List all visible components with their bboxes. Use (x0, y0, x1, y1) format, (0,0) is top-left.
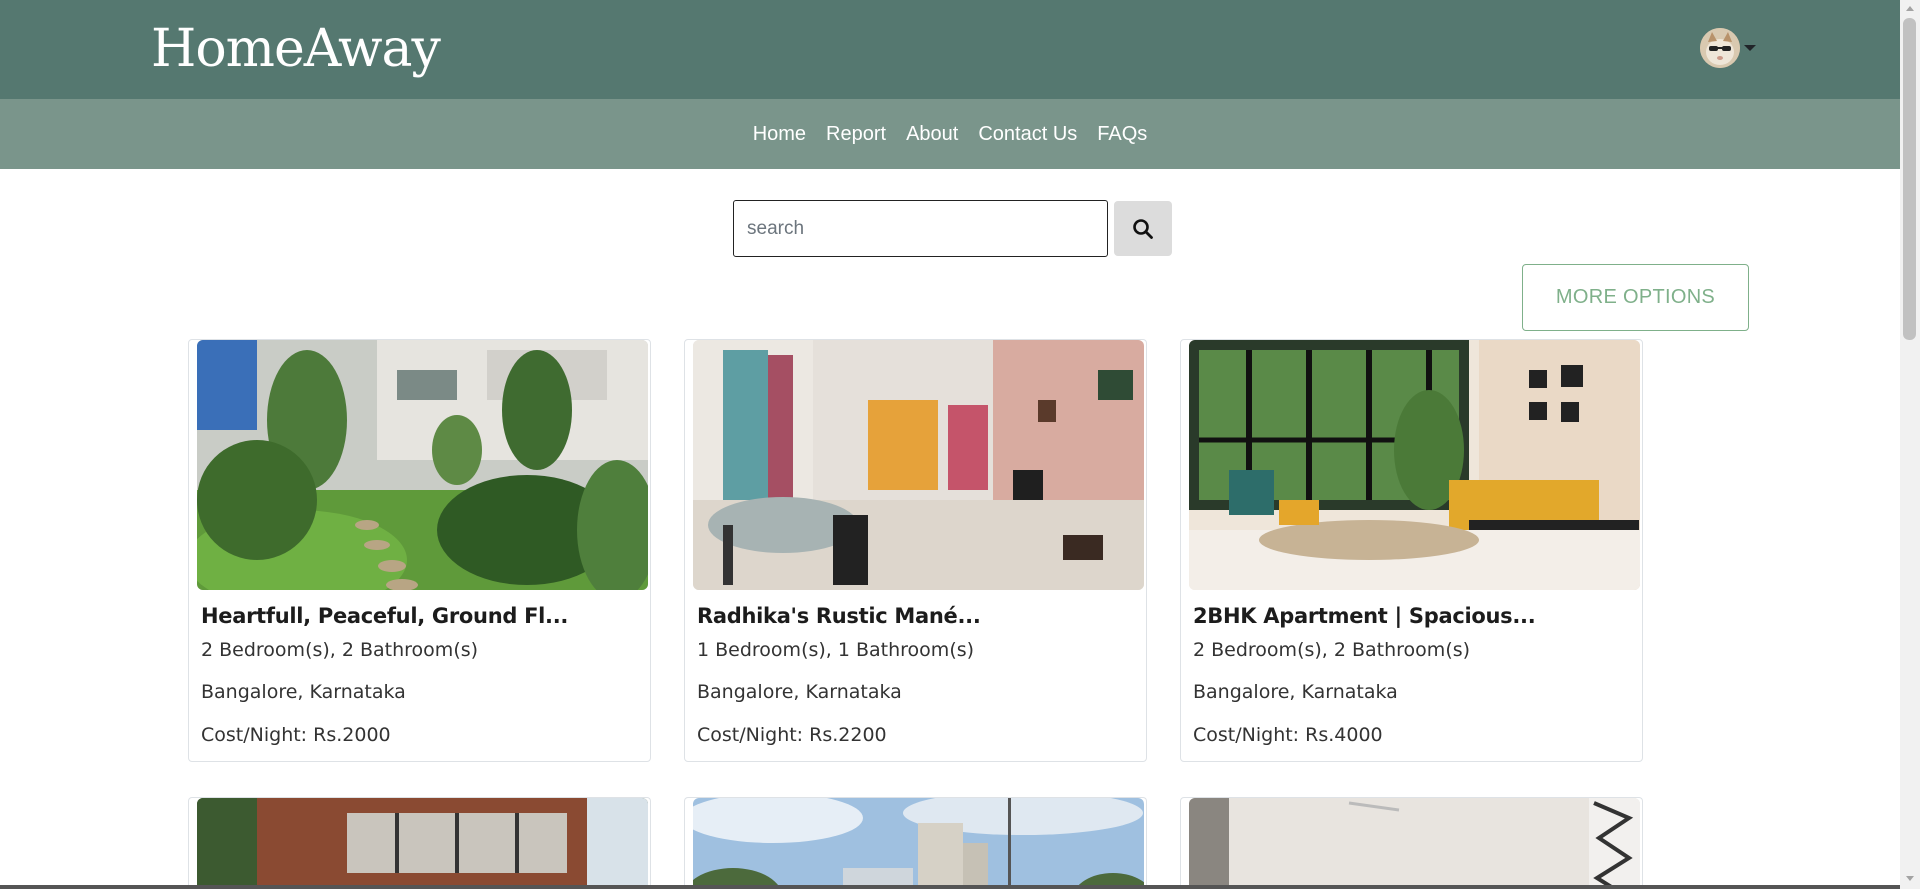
listing-card[interactable] (684, 797, 1147, 889)
nav-report[interactable]: Report (826, 123, 886, 146)
nav-home[interactable]: Home (753, 123, 806, 146)
more-options-button[interactable]: MORE OPTIONS (1522, 264, 1749, 331)
listing-location: Bangalore, Karnataka (697, 681, 902, 703)
listing-photo[interactable] (197, 340, 648, 590)
listing-title[interactable]: 2BHK Apartment | Spacious... (1193, 604, 1536, 628)
listing-card[interactable] (1180, 797, 1643, 889)
nav-contact-us[interactable]: Contact Us (978, 123, 1077, 146)
listing-cost: Cost/Night: Rs.2000 (201, 724, 391, 746)
window-bottom-edge (0, 885, 1900, 889)
listing-photo[interactable] (1189, 340, 1640, 590)
nav-about[interactable]: About (906, 123, 958, 146)
search-input[interactable] (733, 200, 1108, 257)
listing-title[interactable]: Heartfull, Peaceful, Ground Fl... (201, 604, 568, 628)
listing-rooms: 1 Bedroom(s), 1 Bathroom(s) (697, 639, 975, 661)
search-icon (1133, 218, 1153, 239)
user-menu-toggle[interactable] (1700, 28, 1756, 68)
main-nav: Home Report About Contact Us FAQs (0, 99, 1900, 169)
listing-title[interactable]: Radhika's Rustic Mané... (697, 604, 981, 628)
scrollbar-thumb[interactable] (1903, 18, 1916, 340)
scroll-down-arrow[interactable] (1906, 876, 1914, 881)
listing-rooms: 2 Bedroom(s), 2 Bathroom(s) (201, 639, 479, 661)
listing-photo[interactable] (693, 798, 1144, 889)
listing-location: Bangalore, Karnataka (1193, 681, 1398, 703)
listing-cost: Cost/Night: Rs.4000 (1193, 724, 1383, 746)
header-bar: HomeAway (0, 0, 1900, 99)
scroll-up-arrow[interactable] (1906, 6, 1914, 11)
user-avatar[interactable] (1700, 28, 1740, 68)
listing-cost: Cost/Night: Rs.2200 (697, 724, 887, 746)
brand-logo[interactable]: HomeAway (151, 14, 441, 84)
listing-card[interactable]: Heartfull, Peaceful, Ground Fl... 2 Bedr… (188, 339, 651, 762)
listing-card[interactable]: Radhika's Rustic Mané... 1 Bedroom(s), 1… (684, 339, 1147, 762)
listing-photo[interactable] (1189, 798, 1640, 889)
caret-down-icon[interactable] (1744, 45, 1756, 51)
nav-faqs[interactable]: FAQs (1097, 123, 1147, 146)
listing-photo[interactable] (197, 798, 648, 889)
listing-photo[interactable] (693, 340, 1144, 590)
search-button[interactable] (1114, 201, 1172, 256)
listing-rooms: 2 Bedroom(s), 2 Bathroom(s) (1193, 639, 1471, 661)
listing-location: Bangalore, Karnataka (201, 681, 406, 703)
listing-card[interactable]: 2BHK Apartment | Spacious... 2 Bedroom(s… (1180, 339, 1643, 762)
listing-card[interactable] (188, 797, 651, 889)
